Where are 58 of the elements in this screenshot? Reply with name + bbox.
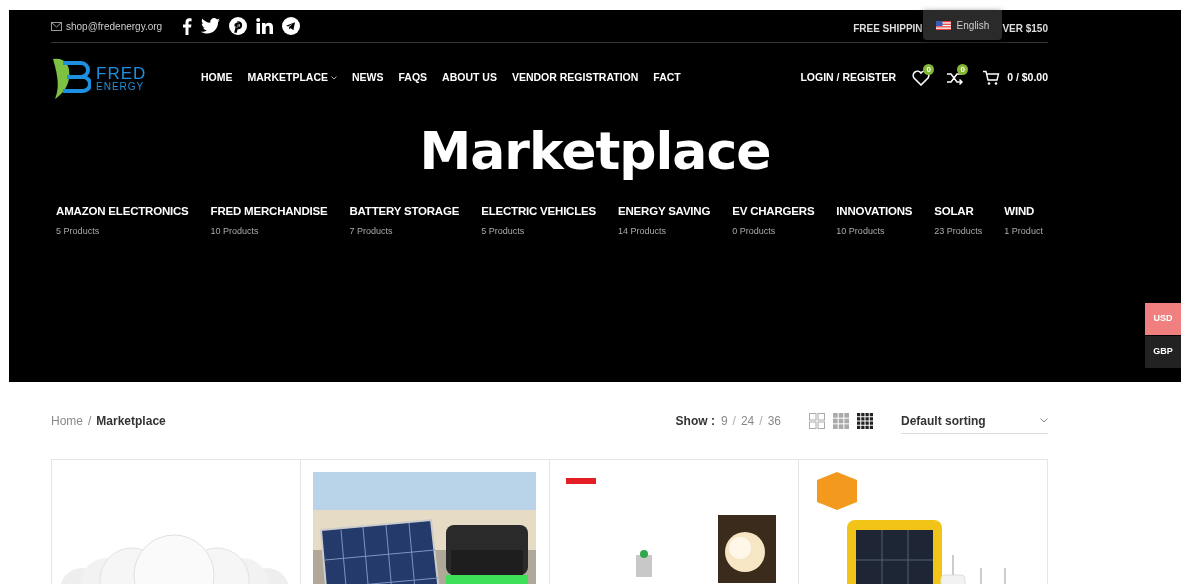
fred-energy-logo[interactable]: FRED ENERGY [51, 55, 201, 101]
nav-link[interactable]: HOME [201, 70, 233, 86]
product-count: 0 Products [732, 225, 777, 239]
category-link[interactable]: ELECTRIC VEHICLES [481, 203, 596, 221]
product-count: 7 Products [349, 225, 394, 239]
facebook-icon[interactable] [182, 17, 193, 35]
wishlist-count-badge: 0 [923, 64, 935, 75]
category-link[interactable]: ENERGY SAVING [618, 203, 711, 221]
separator: / [732, 413, 736, 430]
product-count: 5 Products [481, 225, 526, 239]
email-text: shop@fredenergy.org [66, 19, 163, 34]
telegram-icon[interactable] [282, 17, 301, 35]
per-page-link[interactable]: 36 [767, 412, 781, 430]
heart-icon[interactable] [912, 70, 931, 86]
product-count: 5 Products [56, 225, 101, 239]
shuffle-icon[interactable] [946, 70, 965, 86]
nav-link[interactable]: FAQS [398, 70, 428, 86]
sorting-dropdown[interactable]: Default sorting [901, 408, 1048, 434]
category-link[interactable]: SOLAR [934, 203, 983, 221]
shipping-notice-text: VER $150 [1002, 22, 1048, 36]
nav-link[interactable]: VENDOR REGISTRATION [511, 70, 639, 86]
product-count: 23 Products [934, 225, 983, 239]
us-flag-icon [935, 20, 951, 30]
category-link[interactable]: EV CHARGERS [732, 203, 815, 221]
nav-link[interactable]: NEWS [352, 70, 384, 86]
per-page-link[interactable]: 9 [720, 412, 728, 430]
chevron-down-icon[interactable] [331, 76, 337, 80]
twitter-icon[interactable] [201, 18, 221, 34]
show-label: Show : [675, 413, 715, 430]
nav-link[interactable]: MARKETPLACE [247, 70, 328, 86]
shipping-notice-text: FREE SHIPPIN [853, 22, 923, 36]
separator: / [759, 413, 763, 430]
login-register-link[interactable]: LOGIN / REGISTER [800, 70, 897, 86]
per-page-link[interactable]: 24 [740, 412, 755, 430]
breadcrumb-link[interactable]: Home [51, 412, 83, 430]
breadcrumb-link[interactable]: Marketplace [96, 412, 166, 430]
nav-link[interactable]: ABOUT US [442, 70, 497, 86]
product-count: 10 Products [210, 225, 260, 239]
breadcrumb-separator: / [88, 413, 92, 430]
mail-icon [51, 21, 62, 31]
category-link[interactable]: BATTERY STORAGE [349, 203, 460, 221]
language-dropdown[interactable]: English [922, 10, 1003, 40]
grid-view-icon[interactable] [857, 413, 873, 429]
nav-link[interactable]: FACT [653, 70, 681, 86]
cart-icon[interactable] [982, 70, 1001, 86]
product-count: 14 Products [618, 225, 668, 239]
category-link[interactable]: AMAZON ELECTRONICS [56, 203, 189, 221]
linkedin-icon[interactable] [256, 18, 274, 34]
category-link[interactable]: FRED MERCHANDISE [210, 203, 328, 221]
cart-total-link[interactable]: 0 / $0.00 [1007, 70, 1048, 86]
product-count: 10 Products [836, 225, 886, 239]
currency-button[interactable]: GBP [1145, 336, 1181, 368]
product-count: 1 Product [1004, 225, 1043, 239]
chevron-down-icon [1040, 418, 1048, 423]
compare-count-badge: 0 [957, 64, 969, 75]
category-link[interactable]: INNOVATIONS [836, 203, 913, 221]
category-link[interactable]: WIND [1004, 203, 1043, 221]
pinterest-icon[interactable] [229, 17, 248, 35]
